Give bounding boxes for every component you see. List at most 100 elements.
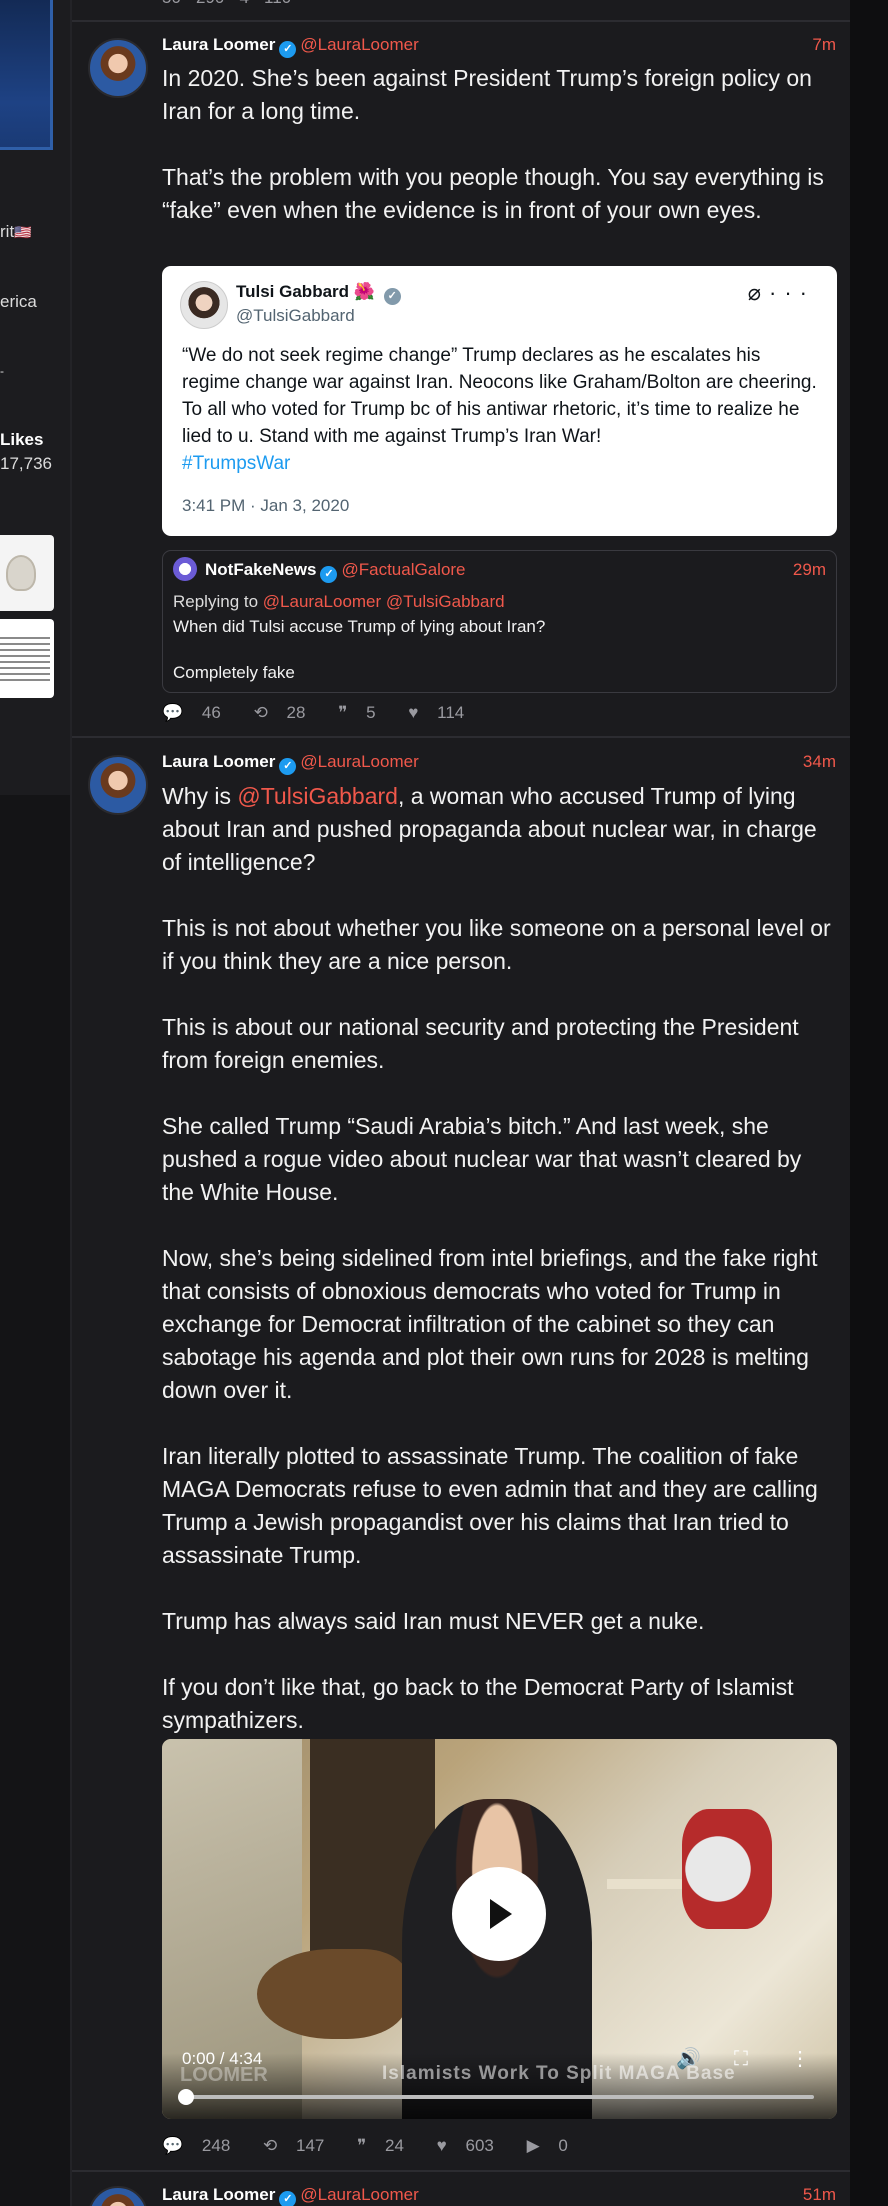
avatar[interactable] xyxy=(88,38,148,98)
video-time: 0:00 / 4:34 xyxy=(182,2049,263,2068)
tweet-paragraph: That’s the problem with you people thoug… xyxy=(162,164,824,223)
like-count[interactable]: ♥ 114 xyxy=(408,703,478,722)
bio-fragment: rit🇺🇸 xyxy=(0,222,32,241)
tweet-paragraph: This is about our national security and … xyxy=(162,1014,799,1073)
right-gutter xyxy=(850,0,888,2206)
play-small-icon: ▶ xyxy=(526,2136,540,2155)
embed-author-handle[interactable]: @TulsiGabbard xyxy=(236,306,355,326)
comment-icon: 💬 xyxy=(162,703,184,722)
author-handle[interactable]: @LauraLoomer xyxy=(300,35,418,54)
author-name[interactable]: Laura Loomer xyxy=(162,2185,275,2204)
fullscreen-icon[interactable]: ⛶ xyxy=(734,2048,748,2071)
view-count[interactable]: ▶ 0 xyxy=(527,2136,582,2155)
volume-icon[interactable]: 🔊 xyxy=(676,2046,701,2071)
heart-icon: ♥ xyxy=(436,2136,447,2155)
retweet-count[interactable]: ⟲ 28 xyxy=(254,703,320,722)
retweet-count[interactable]: ⟲ 147 xyxy=(263,2136,338,2155)
verified-icon: ✓ xyxy=(279,2191,297,2206)
embed-author-name[interactable]: Tulsi Gabbard 🌺 ✓ xyxy=(236,282,405,305)
quote-icon: ❞ xyxy=(338,703,348,722)
tweet-text: Why is @TulsiGabbard, a woman who accuse… xyxy=(162,780,837,1737)
heart-icon: ♥ xyxy=(408,703,419,722)
tweet-stats: 💬 46 ⟲ 28 ❞ 5 ♥ 114 xyxy=(162,703,492,723)
tweet-paragraph: Trump has always said Iran must NEVER ge… xyxy=(162,1608,705,1634)
embed-timestamp[interactable]: 3:41 PM · Jan 3, 2020 xyxy=(182,496,349,516)
progress-handle[interactable] xyxy=(178,2089,194,2105)
verified-icon: ✓ xyxy=(383,288,401,305)
video-player[interactable]: LOOMER Islamists Work To Split MAGA Base… xyxy=(162,1739,837,2119)
grok-icon[interactable]: ⌀ xyxy=(748,280,769,305)
replying-to-handles[interactable]: @LauraLoomer @TulsiGabbard xyxy=(263,592,505,611)
comment-icon: 💬 xyxy=(162,2136,184,2155)
embedded-tweet-card[interactable]: Tulsi Gabbard 🌺 ✓ @TulsiGabbard ⌀··· “We… xyxy=(162,266,837,536)
bio-fragment: erica xyxy=(0,292,37,311)
author-handle[interactable]: @LauraLoomer xyxy=(300,752,418,771)
reply-avatar[interactable] xyxy=(173,557,197,581)
verified-icon: ✓ xyxy=(279,758,297,775)
author-handle[interactable]: @LauraLoomer xyxy=(300,2185,418,2204)
video-frame xyxy=(682,1809,772,1929)
reply-time[interactable]: 29m xyxy=(793,560,826,580)
profile-banner-image[interactable] xyxy=(0,0,53,150)
page: rit🇺🇸 erica - Likes 17,736 50 · 290 · 4 … xyxy=(0,0,888,2206)
bio-fragment: - xyxy=(0,364,4,378)
author-name[interactable]: Laura Loomer xyxy=(162,35,275,54)
previous-tweet-stats: 50 · 290 · 4 · 110 xyxy=(162,0,291,8)
hashtag-link[interactable]: #TrumpsWar xyxy=(182,453,290,474)
tweet-feed: 50 · 290 · 4 · 110 Laura Loomer✓@LauraLo… xyxy=(72,0,850,2206)
reply-count[interactable]: 💬 46 xyxy=(162,703,235,722)
retweet-icon: ⟲ xyxy=(253,703,268,722)
author-line: Laura Loomer ✓ @LauraLoomer xyxy=(162,752,419,775)
reply-count[interactable]: 💬 248 xyxy=(162,2136,244,2155)
tweet-paragraph: Now, she’s being sidelined from intel br… xyxy=(162,1245,818,1403)
tweet-paragraph: Why is @TulsiGabbard, a woman who accuse… xyxy=(162,783,817,875)
video-frame xyxy=(257,1949,407,2039)
more-icon[interactable]: ··· xyxy=(769,280,815,305)
tweet-paragraph: In 2020. She’s been against President Tr… xyxy=(162,65,812,124)
tweet-separator xyxy=(72,20,850,22)
tweet-paragraph: This is not about whether you like someo… xyxy=(162,915,831,974)
tweet-separator xyxy=(72,2170,850,2172)
profile-sidebar: rit🇺🇸 erica - Likes 17,736 xyxy=(0,0,70,795)
tweet-time[interactable]: 7m xyxy=(812,35,836,55)
retweet-icon: ⟲ xyxy=(263,2136,278,2155)
flag-icon: 🇺🇸 xyxy=(14,224,32,240)
media-thumbnail[interactable] xyxy=(0,535,54,611)
video-progress-bar[interactable] xyxy=(178,2089,814,2105)
likes-label: Likes xyxy=(0,430,44,449)
quote-count[interactable]: ❞ 5 xyxy=(338,703,389,722)
avatar[interactable] xyxy=(88,2186,148,2206)
replying-to: Replying to @LauraLoomer @TulsiGabbard xyxy=(173,592,505,611)
play-icon[interactable] xyxy=(452,1867,546,1961)
avatar[interactable] xyxy=(88,755,148,815)
reply-text: When did Tulsi accuse Trump of lying abo… xyxy=(173,617,546,682)
tweet-separator xyxy=(72,736,850,738)
embed-actions: ⌀··· xyxy=(748,280,815,306)
embed-text: “We do not seek regime change” Trump dec… xyxy=(182,345,817,474)
hibiscus-icon: 🌺 xyxy=(353,282,375,301)
author-line: Laura Loomer ✓ @LauraLoomer xyxy=(162,2185,419,2206)
quote-count[interactable]: ❞ 24 xyxy=(357,2136,418,2155)
tweet-paragraph: Iran literally plotted to assassinate Tr… xyxy=(162,1443,818,1568)
tweet-time[interactable]: 34m xyxy=(803,752,836,772)
reply-card[interactable]: NotFakeNews ✓ @FactualGalore 29m Replying … xyxy=(162,550,837,693)
mention-link[interactable]: @TulsiGabbard xyxy=(237,783,398,809)
like-count[interactable]: ♥ 603 xyxy=(437,2136,508,2155)
reply-author-handle[interactable]: @FactualGalore xyxy=(341,560,465,579)
tweet-time[interactable]: 51m xyxy=(803,2185,836,2205)
author-name[interactable]: Laura Loomer xyxy=(162,752,275,771)
author-line: Laura Loomer ✓ @LauraLoomer xyxy=(162,35,419,58)
reply-author-name[interactable]: NotFakeNews xyxy=(205,560,316,579)
likes-count: 17,736 xyxy=(0,454,52,473)
tweet-stats: 💬 248 ⟲ 147 ❞ 24 ♥ 603 ▶ 0 xyxy=(162,2136,596,2156)
embed-avatar[interactable] xyxy=(180,281,228,329)
reply-author-line: NotFakeNews ✓ @FactualGalore xyxy=(205,560,466,583)
tweet-text: In 2020. She’s been against President Tr… xyxy=(162,62,837,227)
quote-icon: ❞ xyxy=(357,2136,367,2155)
more-icon[interactable]: ⋮ xyxy=(790,2046,810,2071)
verified-icon: ✓ xyxy=(320,566,338,583)
media-thumbnail[interactable] xyxy=(0,619,54,698)
tweet-paragraph: If you don’t like that, go back to the D… xyxy=(162,1674,794,1733)
tweet-paragraph: She called Trump “Saudi Arabia’s bitch.”… xyxy=(162,1113,802,1205)
verified-icon: ✓ xyxy=(279,41,297,58)
